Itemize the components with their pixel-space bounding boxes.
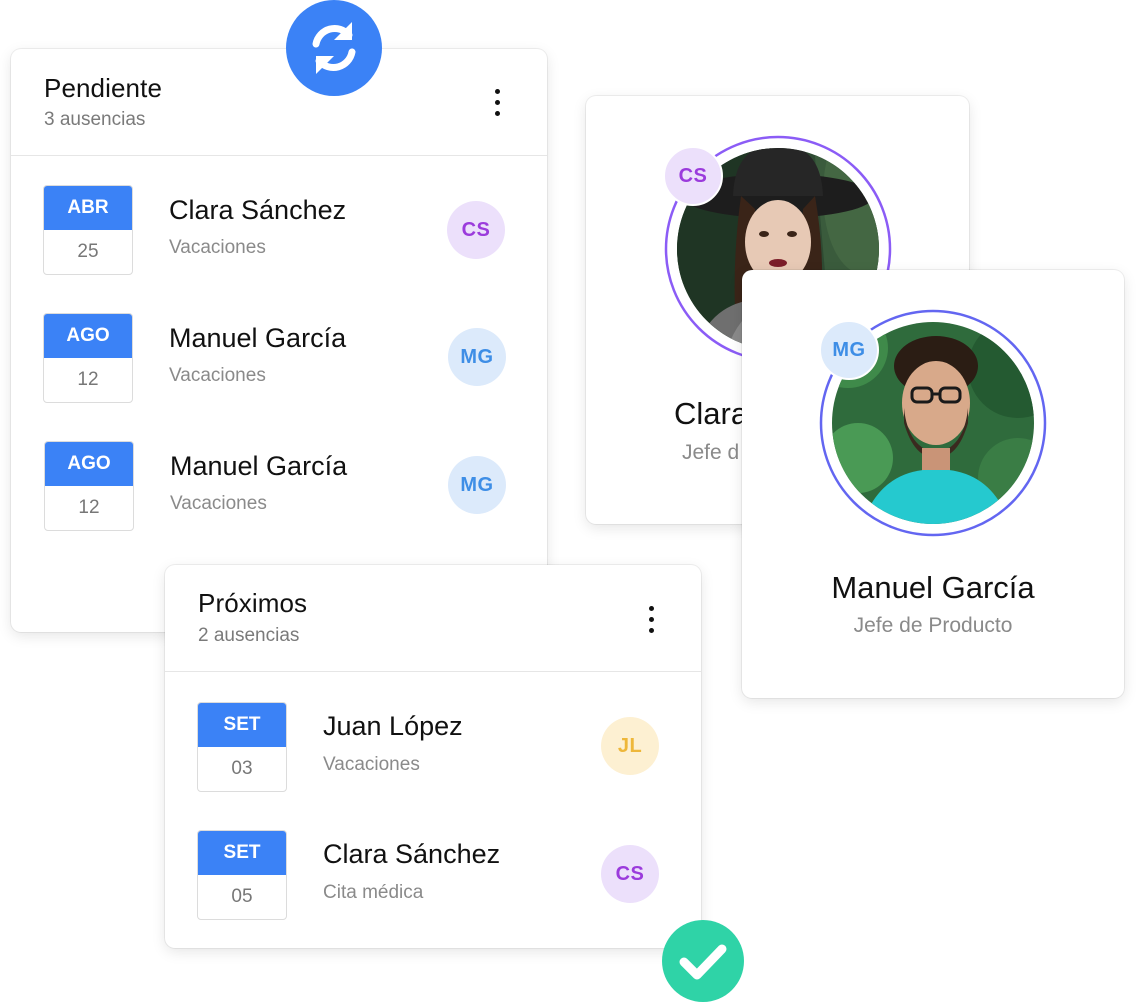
list-item[interactable]: AGO 12 Manuel García Vacaciones MG — [11, 313, 547, 405]
date-calendar: AGO 12 — [44, 441, 134, 531]
employee-name: Clara Sánchez — [169, 195, 347, 225]
list-item[interactable]: SET 03 Juan López Vacaciones JL — [165, 702, 701, 794]
list-item[interactable]: AGO 12 Manuel García Vacaciones MG — [11, 441, 547, 533]
profile-name: Clara — [674, 396, 749, 431]
date-month: AGO — [44, 314, 132, 358]
more-vertical-icon[interactable] — [488, 86, 508, 120]
absence-type: Vacaciones — [323, 754, 420, 775]
list-item[interactable]: SET 05 Clara Sánchez Cita médica CS — [165, 830, 701, 922]
list-item[interactable]: ABR 25 Clara Sánchez Vacaciones CS — [11, 185, 547, 277]
card-title: Pendiente — [44, 73, 163, 103]
profile-card-manuel[interactable]: MG Manuel García Jefe de Producto — [742, 270, 1124, 698]
date-day: 25 — [77, 241, 99, 262]
date-month: SET — [198, 703, 286, 747]
absence-type: Vacaciones — [170, 493, 267, 514]
employee-name: Juan López — [323, 711, 463, 741]
profile-role: Jefe de Producto — [853, 614, 1013, 637]
avatar-initials: JL — [601, 717, 659, 775]
date-calendar: ABR 25 — [43, 185, 133, 275]
avatar-initials: CS — [601, 845, 659, 903]
date-month: ABR — [44, 186, 132, 230]
upcoming-absences-card: Próximos 2 ausencias SET 03 Juan López V… — [165, 565, 701, 948]
date-calendar: SET 03 — [197, 702, 287, 792]
card-subtitle: 2 ausencias — [198, 625, 300, 646]
date-calendar: AGO 12 — [43, 313, 133, 403]
card-title: Próximos — [198, 588, 308, 618]
check-icon — [679, 944, 727, 980]
card-header: Pendiente 3 ausencias — [11, 49, 547, 156]
date-day: 05 — [231, 886, 253, 907]
pending-absences-card: Pendiente 3 ausencias ABR 25 Clara Sánch… — [11, 49, 547, 632]
employee-name: Manuel García — [170, 451, 348, 481]
date-day: 12 — [78, 497, 100, 518]
avatar-initials: MG — [448, 456, 506, 514]
employee-name: Clara Sánchez — [323, 839, 501, 869]
date-month: AGO — [45, 442, 133, 486]
absence-type: Cita médica — [323, 882, 424, 903]
profile-name: Manuel García — [831, 570, 1035, 605]
sync-button[interactable] — [286, 0, 382, 96]
profile-role: Jefe d — [682, 441, 740, 464]
date-day: 12 — [77, 369, 99, 390]
date-day: 03 — [231, 758, 253, 779]
absence-type: Vacaciones — [169, 365, 266, 386]
avatar-initials: CS — [447, 201, 505, 259]
avatar-initials: MG — [448, 328, 506, 386]
absence-type: Vacaciones — [169, 237, 266, 258]
card-header: Próximos 2 ausencias — [165, 565, 701, 672]
sync-icon — [312, 22, 356, 74]
date-month: SET — [198, 831, 286, 875]
avatar-initials-badge: MG — [819, 320, 879, 380]
card-subtitle: 3 ausencias — [44, 109, 146, 130]
more-vertical-icon[interactable] — [642, 603, 662, 637]
date-calendar: SET 05 — [197, 830, 287, 920]
employee-name: Manuel García — [169, 323, 347, 353]
avatar-initials-badge: CS — [663, 146, 723, 206]
approved-badge — [662, 920, 744, 1002]
